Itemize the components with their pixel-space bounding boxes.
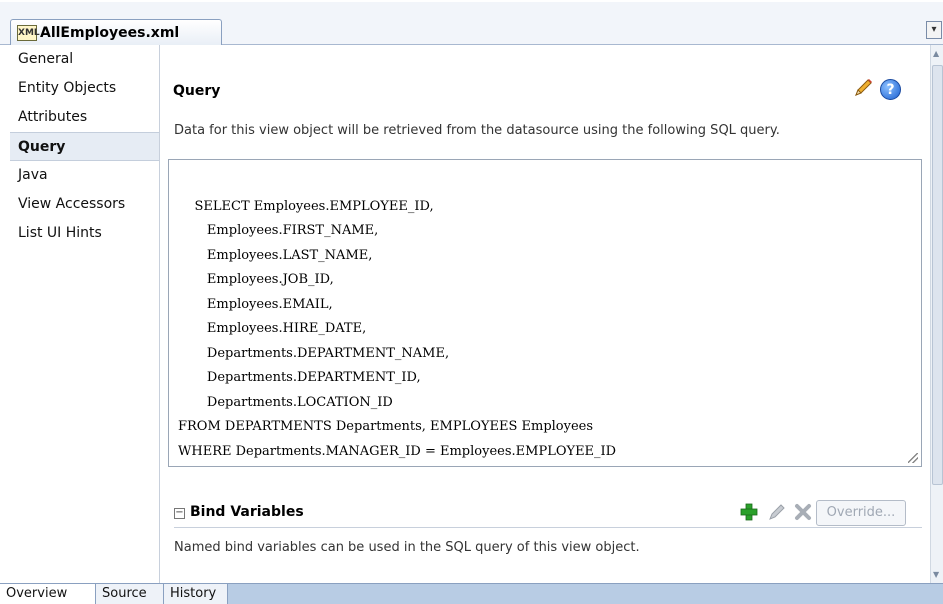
sql-query-editor[interactable]: SELECT Employees.EMPLOYEE_ID, Employees.… — [168, 159, 922, 467]
edit-pencil-icon[interactable] — [767, 502, 787, 522]
add-icon[interactable] — [739, 502, 759, 522]
scroll-up-icon[interactable]: ▲ — [933, 49, 942, 58]
xml-file-icon: XML — [17, 25, 40, 41]
bind-variables-header: − Bind Variables Override... — [174, 500, 922, 528]
sql-query-text: SELECT Employees.EMPLOYEE_ID, Employees.… — [178, 198, 617, 459]
nav-item-entity-objects[interactable]: Entity Objects — [10, 74, 159, 103]
tab-overview[interactable]: Overview — [0, 584, 96, 604]
resize-grip-icon[interactable] — [908, 453, 918, 463]
collapse-icon[interactable]: − — [174, 508, 185, 519]
nav-item-java[interactable]: Java — [10, 161, 159, 190]
scroll-down-icon[interactable]: ▼ — [933, 570, 942, 579]
section-title: Query — [173, 83, 221, 99]
bottom-tab-bar: Overview Source History — [0, 583, 943, 604]
help-icon[interactable]: ? — [880, 79, 901, 100]
query-panel: Query ? Data for this view object will b… — [160, 45, 930, 583]
tab-list-dropdown-icon[interactable]: ▾ — [926, 21, 942, 39]
pencil-icon[interactable] — [852, 77, 874, 99]
file-tab-label: AllEmployees.xml — [40, 25, 180, 41]
bind-variables-description: Named bind variables can be used in the … — [174, 540, 640, 555]
scrollbar-thumb[interactable] — [932, 65, 943, 485]
vertical-scrollbar[interactable]: ▲ ▼ — [930, 45, 943, 583]
nav-item-attributes[interactable]: Attributes — [10, 103, 159, 132]
overview-nav: General Entity Objects Attributes Query … — [10, 45, 160, 583]
tab-source[interactable]: Source — [96, 584, 164, 604]
editor-tab-bar: XML AllEmployees.xml ▾ — [0, 0, 943, 46]
query-description: Data for this view object will be retrie… — [174, 123, 780, 138]
file-tab[interactable]: XML AllEmployees.xml — [10, 19, 222, 46]
delete-icon[interactable] — [794, 503, 812, 521]
nav-item-query[interactable]: Query — [10, 132, 159, 161]
tab-history[interactable]: History — [164, 584, 228, 604]
nav-item-view-accessors[interactable]: View Accessors — [10, 190, 159, 219]
nav-item-list-ui-hints[interactable]: List UI Hints — [10, 219, 159, 248]
nav-item-general[interactable]: General — [10, 45, 159, 74]
override-button[interactable]: Override... — [816, 500, 906, 526]
bind-variables-title: Bind Variables — [190, 504, 304, 520]
